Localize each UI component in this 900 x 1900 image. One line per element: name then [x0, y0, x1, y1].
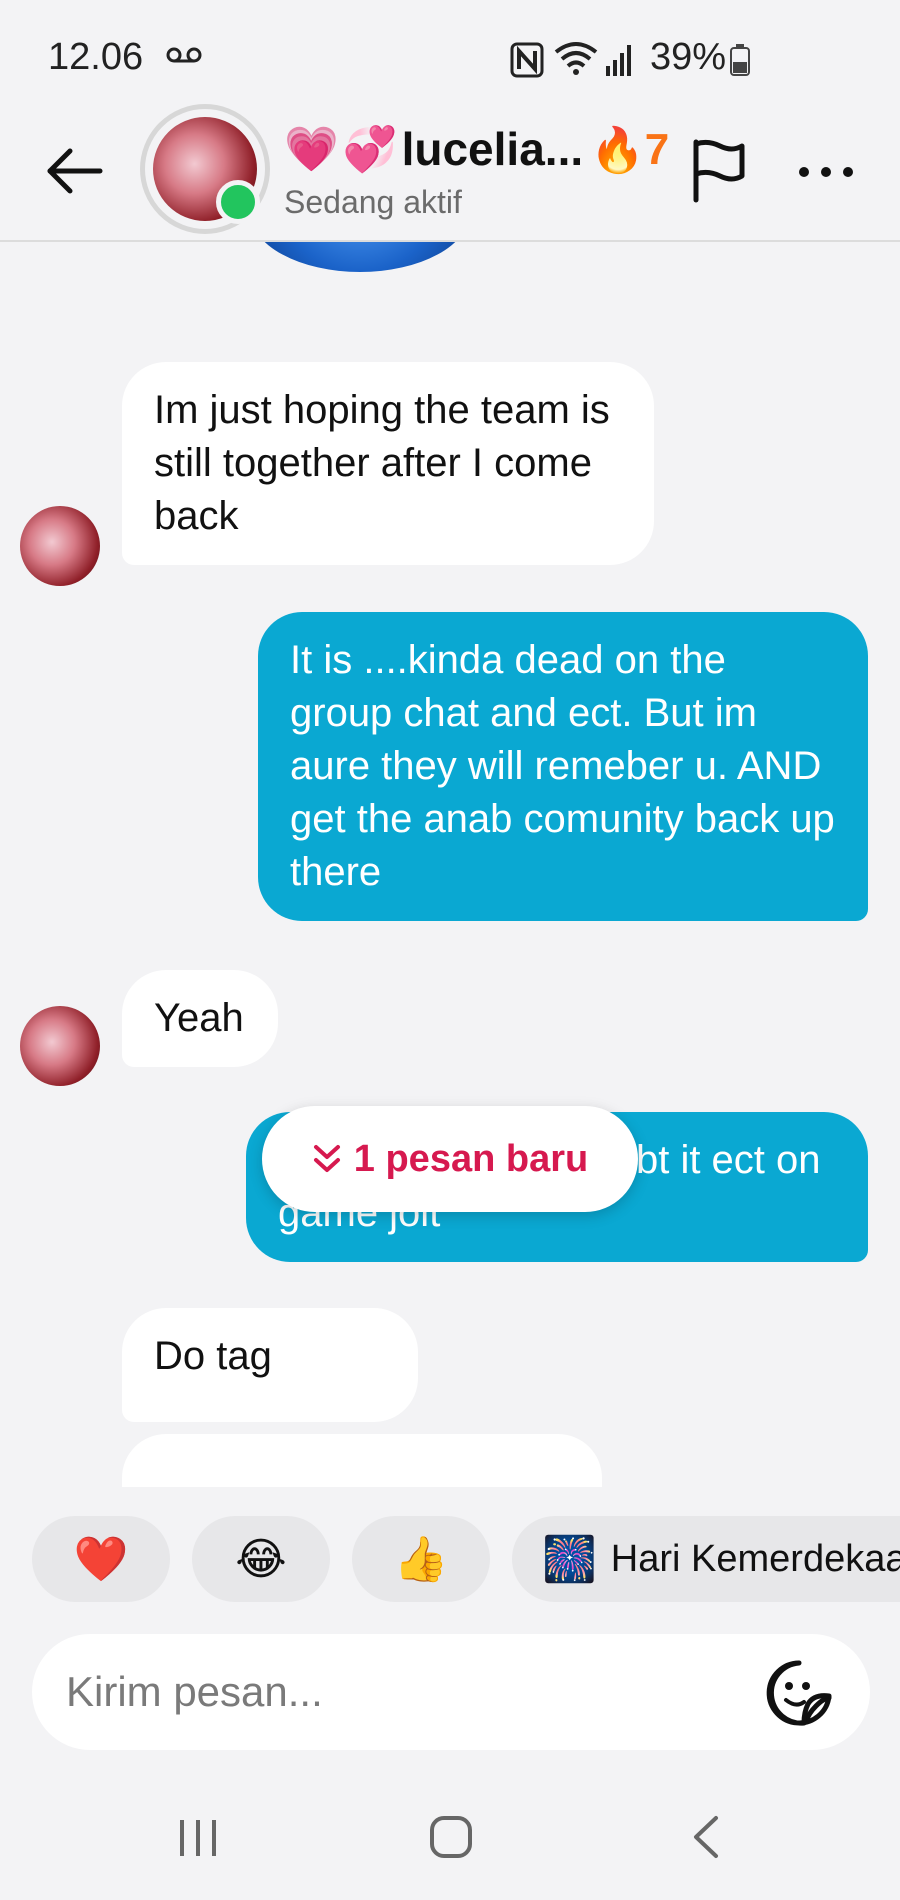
- sender-avatar[interactable]: [20, 506, 100, 586]
- nfc-icon: [510, 42, 544, 78]
- laughing-emoji: 😂: [235, 1534, 287, 1584]
- battery-icon: [730, 44, 750, 76]
- reaction-independence-day[interactable]: 🎆 Hari Kemerdekaa: [512, 1516, 900, 1602]
- reaction-heart[interactable]: ❤️: [32, 1516, 170, 1602]
- back-arrow-icon[interactable]: [40, 136, 110, 206]
- message-incoming-partial[interactable]: [122, 1434, 602, 1487]
- sticker-image: [250, 242, 470, 272]
- message-incoming[interactable]: Do tag: [122, 1308, 418, 1422]
- contact-name-text: lucelia...: [401, 123, 584, 175]
- sender-avatar[interactable]: [20, 1006, 100, 1086]
- message-input[interactable]: [66, 1664, 726, 1720]
- message-incoming[interactable]: Im just hoping the team is still togethe…: [122, 362, 654, 565]
- reaction-thumbs-up[interactable]: 👍: [352, 1516, 490, 1602]
- signal-icon: [606, 45, 631, 76]
- status-bar: 12.06 39%: [0, 0, 900, 110]
- reaction-laugh[interactable]: 😂: [192, 1516, 330, 1602]
- message-incoming[interactable]: Yeah: [122, 970, 278, 1067]
- more-icon[interactable]: [796, 160, 856, 184]
- new-messages-button[interactable]: 1 pesan baru: [262, 1106, 638, 1212]
- double-chevron-down-icon: [313, 1145, 340, 1172]
- thumbs-up-emoji: 👍: [393, 1535, 449, 1584]
- contact-name[interactable]: 💗 💞 lucelia...: [284, 122, 583, 176]
- home-icon[interactable]: [428, 1814, 474, 1860]
- wifi-icon: [554, 42, 598, 75]
- online-status-dot: [216, 180, 260, 224]
- voicemail-icon: [166, 47, 202, 63]
- message-composer: [32, 1634, 870, 1750]
- status-time: 12.06: [48, 36, 144, 78]
- recent-apps-icon[interactable]: [176, 1816, 220, 1860]
- active-status: Sedang aktif: [284, 184, 462, 220]
- pink-heart-emoji: 💗: [284, 125, 339, 174]
- streak-badge: 🔥 7: [590, 124, 669, 176]
- quick-reactions: ❤️ 😂 👍 🎆 Hari Kemerdekaa: [0, 1516, 900, 1602]
- sticker-icon[interactable]: [764, 1658, 834, 1728]
- heart-emoji: ❤️: [73, 1535, 129, 1584]
- flag-icon[interactable]: [688, 138, 748, 204]
- chat-messages[interactable]: Im just hoping the team is still togethe…: [0, 242, 900, 1487]
- back-icon[interactable]: [686, 1814, 726, 1860]
- heart-ribbon-emoji: 💞: [342, 125, 398, 174]
- reaction-label: Hari Kemerdekaa: [610, 1537, 900, 1580]
- chat-header: 💗 💞 lucelia... 🔥 7 Sedang aktif: [0, 100, 900, 242]
- new-messages-label: 1 pesan baru: [353, 1137, 589, 1180]
- streak-count: 7: [644, 125, 670, 174]
- message-outgoing[interactable]: It is ....kinda dead on the group chat a…: [258, 612, 868, 921]
- fireworks-emoji: 🎆: [542, 1535, 597, 1584]
- battery-percentage: 39%: [650, 36, 727, 78]
- fire-icon: 🔥: [590, 126, 645, 175]
